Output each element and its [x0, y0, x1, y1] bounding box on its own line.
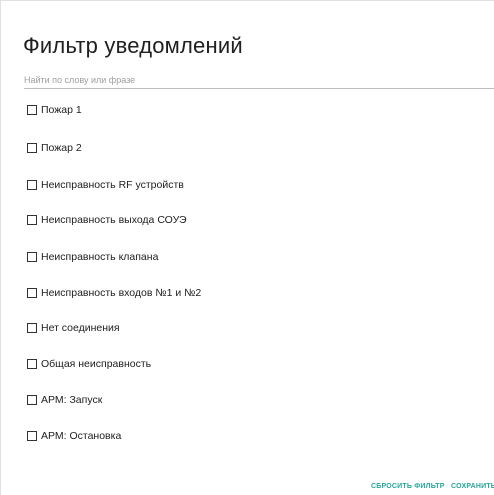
- filter-item-label: Неисправность входов №1 и №2: [41, 287, 202, 299]
- filter-item-label: АРМ: Остановка: [41, 430, 122, 442]
- filter-item-label: Неисправность клапана: [41, 251, 159, 263]
- checkbox[interactable]: [27, 323, 37, 333]
- reset-filter-button[interactable]: СБРОСИТЬ ФИЛЬТР: [371, 483, 445, 493]
- checkbox[interactable]: [27, 431, 37, 441]
- filter-item-arm-stop[interactable]: АРМ: Остановка: [27, 428, 121, 444]
- filter-item-label: Неисправность RF устройств: [41, 179, 184, 191]
- search-input[interactable]: [24, 71, 494, 89]
- filter-item-rf-device-fault[interactable]: Неисправность RF устройств: [27, 177, 184, 193]
- save-button[interactable]: СОХРАНИТЬ: [451, 483, 494, 493]
- filter-item-label: Нет соединения: [41, 322, 120, 334]
- checkbox[interactable]: [27, 180, 37, 190]
- filter-item-label: Неисправность выхода СОУЭ: [41, 214, 187, 226]
- filter-item-valve-fault[interactable]: Неисправность клапана: [27, 249, 158, 265]
- checkbox[interactable]: [27, 395, 37, 405]
- notification-filter-dialog: Фильтр уведомлений Пожар 1 Пожар 2 Неисп…: [0, 0, 494, 495]
- filter-item-label: Пожар 2: [41, 142, 82, 154]
- dialog-title: Фильтр уведомлений: [23, 33, 243, 58]
- checkbox[interactable]: [27, 288, 37, 298]
- filter-item-inputs-fault[interactable]: Неисправность входов №1 и №2: [27, 285, 201, 301]
- filter-item-label: Общая неисправность: [41, 358, 152, 370]
- filter-item-label: АРМ: Запуск: [41, 394, 103, 406]
- checkbox[interactable]: [27, 105, 37, 115]
- filter-item-no-connection[interactable]: Нет соединения: [27, 320, 120, 336]
- filter-item-general-fault[interactable]: Общая неисправность: [27, 356, 151, 372]
- checkbox[interactable]: [27, 215, 37, 225]
- checkbox[interactable]: [27, 143, 37, 153]
- filter-item-fire-1[interactable]: Пожар 1: [27, 102, 82, 118]
- filter-item-soue-output-fault[interactable]: Неисправность выхода СОУЭ: [27, 212, 187, 228]
- checkbox[interactable]: [27, 359, 37, 369]
- filter-item-fire-2[interactable]: Пожар 2: [27, 140, 82, 156]
- checkbox[interactable]: [27, 252, 37, 262]
- filter-item-arm-start[interactable]: АРМ: Запуск: [27, 392, 102, 408]
- filter-item-label: Пожар 1: [41, 104, 82, 116]
